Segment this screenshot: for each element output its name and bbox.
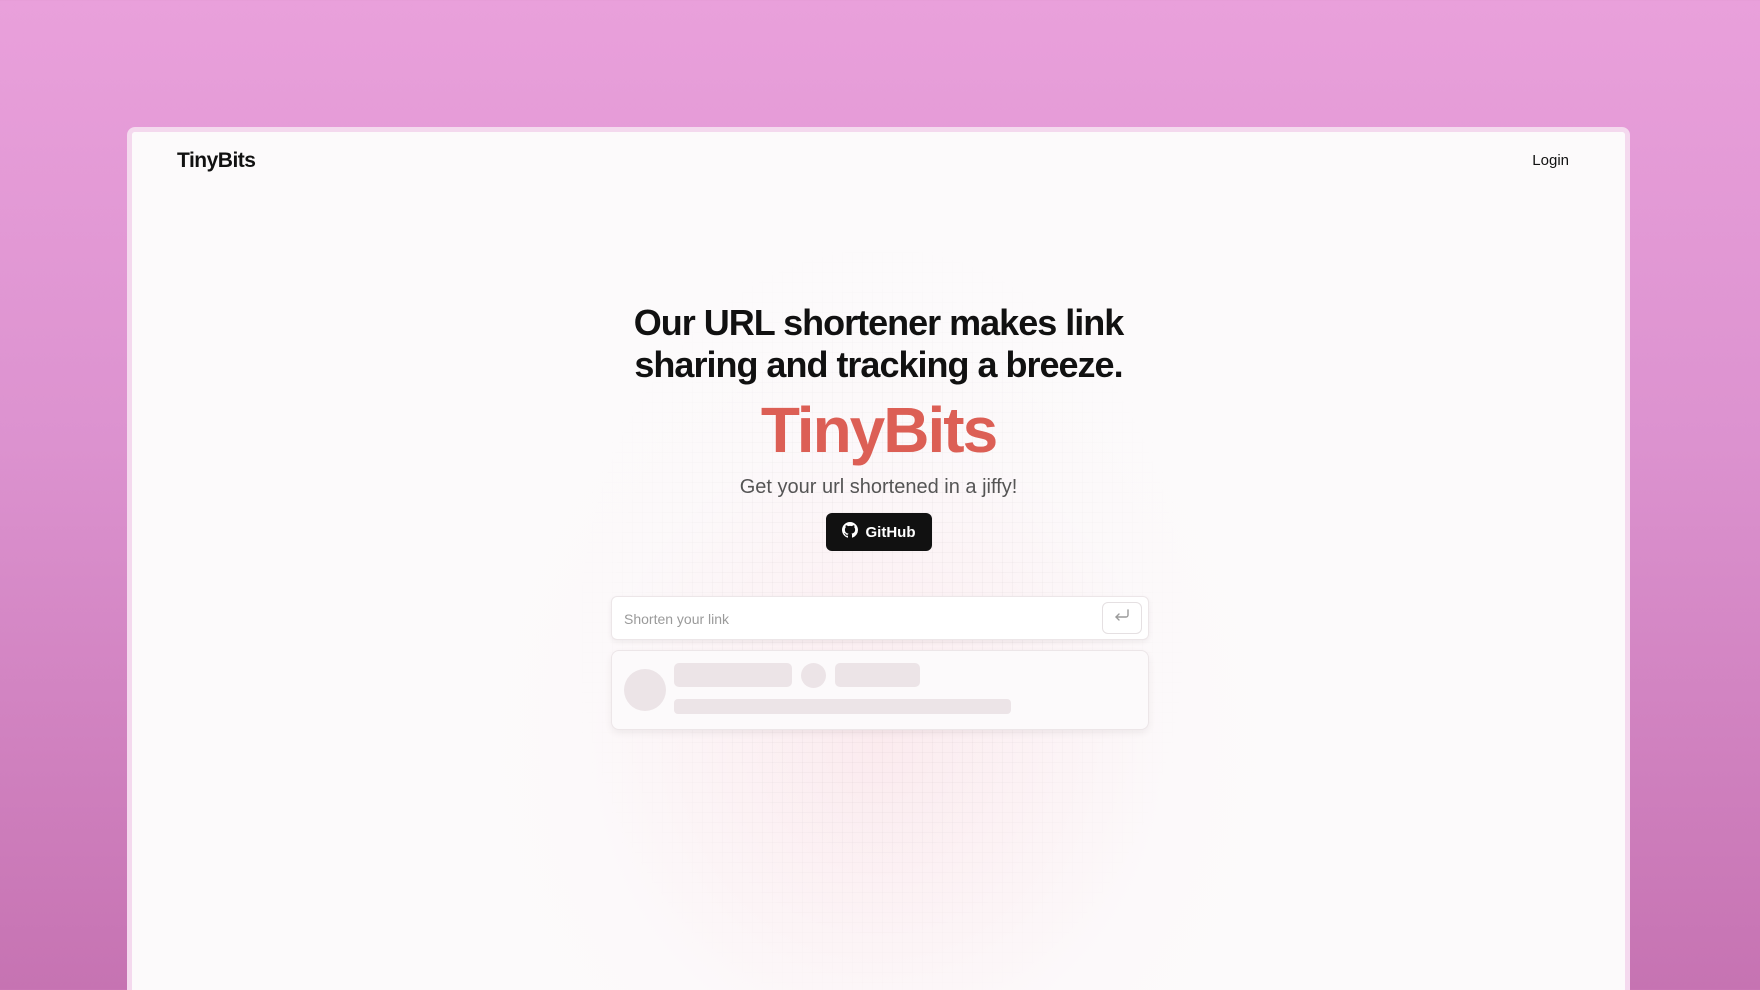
submit-button[interactable] bbox=[1102, 602, 1142, 634]
browser-window: TinyBits Login Our URL shortener makes l… bbox=[127, 127, 1630, 990]
github-button-label: GitHub bbox=[865, 523, 916, 541]
skeleton-line bbox=[674, 699, 1011, 714]
hero-headline: Our URL shortener makes link sharing and… bbox=[633, 302, 1125, 385]
top-navbar: TinyBits Login bbox=[132, 132, 1625, 194]
link-skeleton-card bbox=[611, 650, 1149, 730]
hero-section: Our URL shortener makes link sharing and… bbox=[132, 302, 1625, 551]
login-link[interactable]: Login bbox=[1532, 152, 1569, 169]
hero-tagline: Get your url shortened in a jiffy! bbox=[739, 476, 1018, 498]
github-icon bbox=[841, 522, 858, 542]
hero-logo-text: TinyBits bbox=[760, 394, 998, 466]
navbar-brand[interactable]: TinyBits bbox=[177, 149, 256, 173]
skeleton-title bbox=[674, 663, 792, 687]
shorten-link-input[interactable] bbox=[622, 597, 1086, 641]
skeleton-tag bbox=[835, 663, 920, 687]
skeleton-dot bbox=[801, 663, 826, 688]
skeleton-avatar bbox=[624, 669, 666, 711]
enter-return-icon bbox=[1114, 608, 1130, 628]
github-button[interactable]: GitHub bbox=[825, 513, 932, 551]
shorten-form bbox=[611, 596, 1149, 641]
